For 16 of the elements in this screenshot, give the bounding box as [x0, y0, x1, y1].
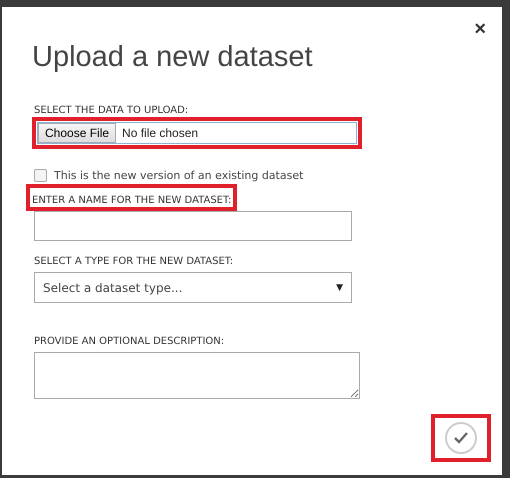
field-label: ENTER A NAME FOR THE NEW DATASET:: [31, 195, 232, 206]
type-dropdown[interactable]: Select a dataset type... ▼: [34, 272, 352, 303]
checkmark-icon: [453, 431, 469, 445]
name-input-field[interactable]: [34, 211, 352, 241]
dialog-title: Upload a new dataset: [32, 41, 314, 74]
file-status: No file chosen: [122, 126, 198, 140]
close-button[interactable]: ×: [472, 19, 488, 39]
field-label: PROVIDE AN OPTIONAL DESCRIPTION:: [33, 336, 226, 347]
checkbox[interactable]: [34, 169, 47, 182]
field-label: SELECT THE DATA TO UPLOAD:: [33, 105, 190, 116]
file-picker[interactable]: Choose File No file chosen: [37, 122, 357, 144]
confirm-button[interactable]: [445, 422, 477, 454]
choose-file-button[interactable]: Choose File: [38, 123, 116, 143]
checkbox-label: This is the new version of an existing dataset: [54, 169, 304, 182]
description-field[interactable]: [34, 352, 360, 399]
field-label: SELECT A TYPE FOR THE NEW DATASET:: [33, 256, 234, 267]
